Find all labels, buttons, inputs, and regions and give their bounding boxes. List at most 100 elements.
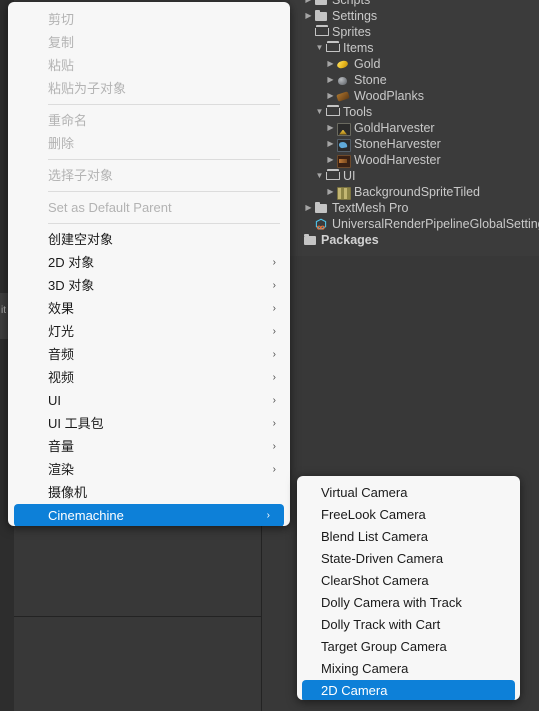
- tree-row[interactable]: ▶ Scripts: [290, 0, 539, 8]
- tree-row[interactable]: ▶ Stone: [290, 72, 539, 88]
- twisty-collapsed-icon[interactable]: ▶: [325, 120, 336, 136]
- menu-item-label: Cinemachine: [48, 508, 124, 523]
- tree-row-label: Packages: [321, 233, 379, 247]
- panel-divider-horizontal[interactable]: [0, 616, 262, 617]
- tree-row[interactable]: ▶ BackgroundSpriteTiled: [290, 184, 539, 200]
- chevron-right-icon: ›: [272, 464, 276, 475]
- menu-item-label: 复制: [48, 35, 75, 50]
- menu-item-label: 粘贴为子对象: [48, 81, 127, 96]
- twisty-expanded-icon[interactable]: ▼: [314, 40, 325, 56]
- twisty-collapsed-icon[interactable]: ▶: [325, 136, 336, 152]
- chevron-right-icon: ›: [272, 280, 276, 291]
- menu-item-14[interactable]: 3D 对象 ›: [8, 274, 290, 297]
- submenu-item-5[interactable]: Dolly Camera with Track: [297, 592, 520, 614]
- folder-open-icon: [325, 104, 340, 119]
- menu-item-22[interactable]: 渲染 ›: [8, 458, 290, 481]
- menu-item-label: Set as Default Parent: [48, 200, 172, 215]
- tree-row[interactable]: ▶ Gold: [290, 56, 539, 72]
- menu-item-label: 创建空对象: [48, 232, 114, 247]
- tree-row-label: Settings: [332, 9, 378, 23]
- menu-item-label: 音量: [48, 439, 75, 454]
- tree-row-label: GoldHarvester: [354, 121, 435, 135]
- submenu-item-label: Virtual Camera: [321, 485, 408, 500]
- menu-item-24[interactable]: Cinemachine ›: [14, 504, 284, 526]
- tree-row[interactable]: ▼ Items: [290, 40, 539, 56]
- menu-item-label: 音频: [48, 347, 75, 362]
- submenu-item-9[interactable]: 2D Camera: [302, 680, 515, 700]
- menu-item-12[interactable]: 创建空对象: [8, 228, 290, 251]
- stone-sprite-icon: [336, 74, 351, 87]
- twisty-collapsed-icon[interactable]: ▶: [303, 200, 314, 216]
- tree-row[interactable]: ▶ TextMesh Pro: [290, 200, 539, 216]
- tree-row[interactable]: ▶ Settings: [290, 8, 539, 24]
- menu-item-15[interactable]: 效果 ›: [8, 297, 290, 320]
- submenu-item-label: Dolly Track with Cart: [321, 617, 441, 632]
- submenu-item-label: ClearShot Camera: [321, 573, 429, 588]
- twisty-collapsed-icon[interactable]: ▶: [325, 72, 336, 88]
- panel-divider-vertical[interactable]: [261, 526, 262, 711]
- woodharvester-icon: [336, 154, 351, 168]
- submenu-item-2[interactable]: Blend List Camera: [297, 526, 520, 548]
- tree-row[interactable]: UniversalRenderPipelineGlobalSettings: [290, 216, 539, 232]
- twisty-collapsed-icon[interactable]: ▶: [325, 56, 336, 72]
- submenu-item-6[interactable]: Dolly Track with Cart: [297, 614, 520, 636]
- tree-row-label: WoodHarvester: [354, 153, 441, 167]
- tree-row[interactable]: ▶ GoldHarvester: [290, 120, 539, 136]
- tree-row-label: TextMesh Pro: [332, 201, 409, 215]
- tree-row[interactable]: ▶ WoodHarvester: [290, 152, 539, 168]
- cinemachine-submenu[interactable]: Virtual Camera FreeLook Camera Blend List …: [297, 476, 520, 700]
- menu-item-label: 选择子对象: [48, 168, 114, 183]
- menu-item-8: 选择子对象: [8, 164, 290, 187]
- submenu-item-1[interactable]: FreeLook Camera: [297, 504, 520, 526]
- submenu-item-4[interactable]: ClearShot Camera: [297, 570, 520, 592]
- menu-item-18[interactable]: 视频 ›: [8, 366, 290, 389]
- tree-row[interactable]: ▼ UI: [290, 168, 539, 184]
- submenu-item-0[interactable]: Virtual Camera: [297, 482, 520, 504]
- tree-row[interactable]: ▶ StoneHarvester: [290, 136, 539, 152]
- tree-row[interactable]: Packages: [290, 232, 539, 248]
- chevron-right-icon: ›: [272, 326, 276, 337]
- urp-settings-icon: [314, 218, 329, 231]
- create-context-menu[interactable]: 剪切 复制 粘贴 粘贴为子对象 重命名 删除 选择子对象 Set as Default Par…: [8, 2, 290, 526]
- twisty-collapsed-icon[interactable]: ▶: [325, 88, 336, 104]
- package-icon: [303, 233, 318, 247]
- menu-item-label: 渲染: [48, 462, 75, 477]
- tree-row-label: Stone: [354, 73, 387, 87]
- menu-item-13[interactable]: 2D 对象 ›: [8, 251, 290, 274]
- menu-item-21[interactable]: 音量 ›: [8, 435, 290, 458]
- chevron-right-icon: ›: [272, 303, 276, 314]
- menu-item-20[interactable]: UI 工具包 ›: [8, 412, 290, 435]
- menu-item-5: 重命名: [8, 109, 290, 132]
- submenu-item-7[interactable]: Target Group Camera: [297, 636, 520, 658]
- submenu-item-3[interactable]: State-Driven Camera: [297, 548, 520, 570]
- tree-row-label: Sprites: [332, 25, 371, 39]
- menu-item-17[interactable]: 音频 ›: [8, 343, 290, 366]
- menu-item-19[interactable]: UI ›: [8, 389, 290, 412]
- tree-row[interactable]: ▶ WoodPlanks: [290, 88, 539, 104]
- twisty-collapsed-icon[interactable]: ▶: [325, 152, 336, 168]
- menu-item-23[interactable]: 摄像机: [8, 481, 290, 504]
- menu-item-label: 粘贴: [48, 58, 75, 73]
- twisty-collapsed-icon[interactable]: ▶: [325, 184, 336, 200]
- chevron-right-icon: ›: [272, 395, 276, 406]
- menu-separator: [48, 159, 280, 160]
- twisty-collapsed-icon[interactable]: ▶: [303, 0, 314, 8]
- menu-item-label: 删除: [48, 136, 75, 151]
- twisty-collapsed-icon[interactable]: ▶: [303, 8, 314, 24]
- tree-row-label: Scripts: [332, 0, 371, 7]
- tree-row-label: Items: [343, 41, 374, 55]
- folder-closed-icon: [314, 0, 329, 7]
- menu-item-16[interactable]: 灯光 ›: [8, 320, 290, 343]
- menu-item-6: 删除: [8, 132, 290, 155]
- chevron-right-icon: ›: [266, 510, 270, 521]
- project-hierarchy-panel[interactable]: ▶ Scripts ▶ Settings Sprites ▼ Items ▶ Gold ▶ Ston…: [290, 0, 539, 256]
- submenu-item-8[interactable]: Mixing Camera: [297, 658, 520, 680]
- wood-sprite-icon: [336, 90, 351, 103]
- twisty-expanded-icon[interactable]: ▼: [314, 168, 325, 184]
- folder-closed-icon: [314, 9, 329, 23]
- menu-item-label: 效果: [48, 301, 75, 316]
- twisty-expanded-icon[interactable]: ▼: [314, 104, 325, 120]
- folder-open-icon: [325, 168, 340, 183]
- tree-row[interactable]: Sprites: [290, 24, 539, 40]
- tree-row[interactable]: ▼ Tools: [290, 104, 539, 120]
